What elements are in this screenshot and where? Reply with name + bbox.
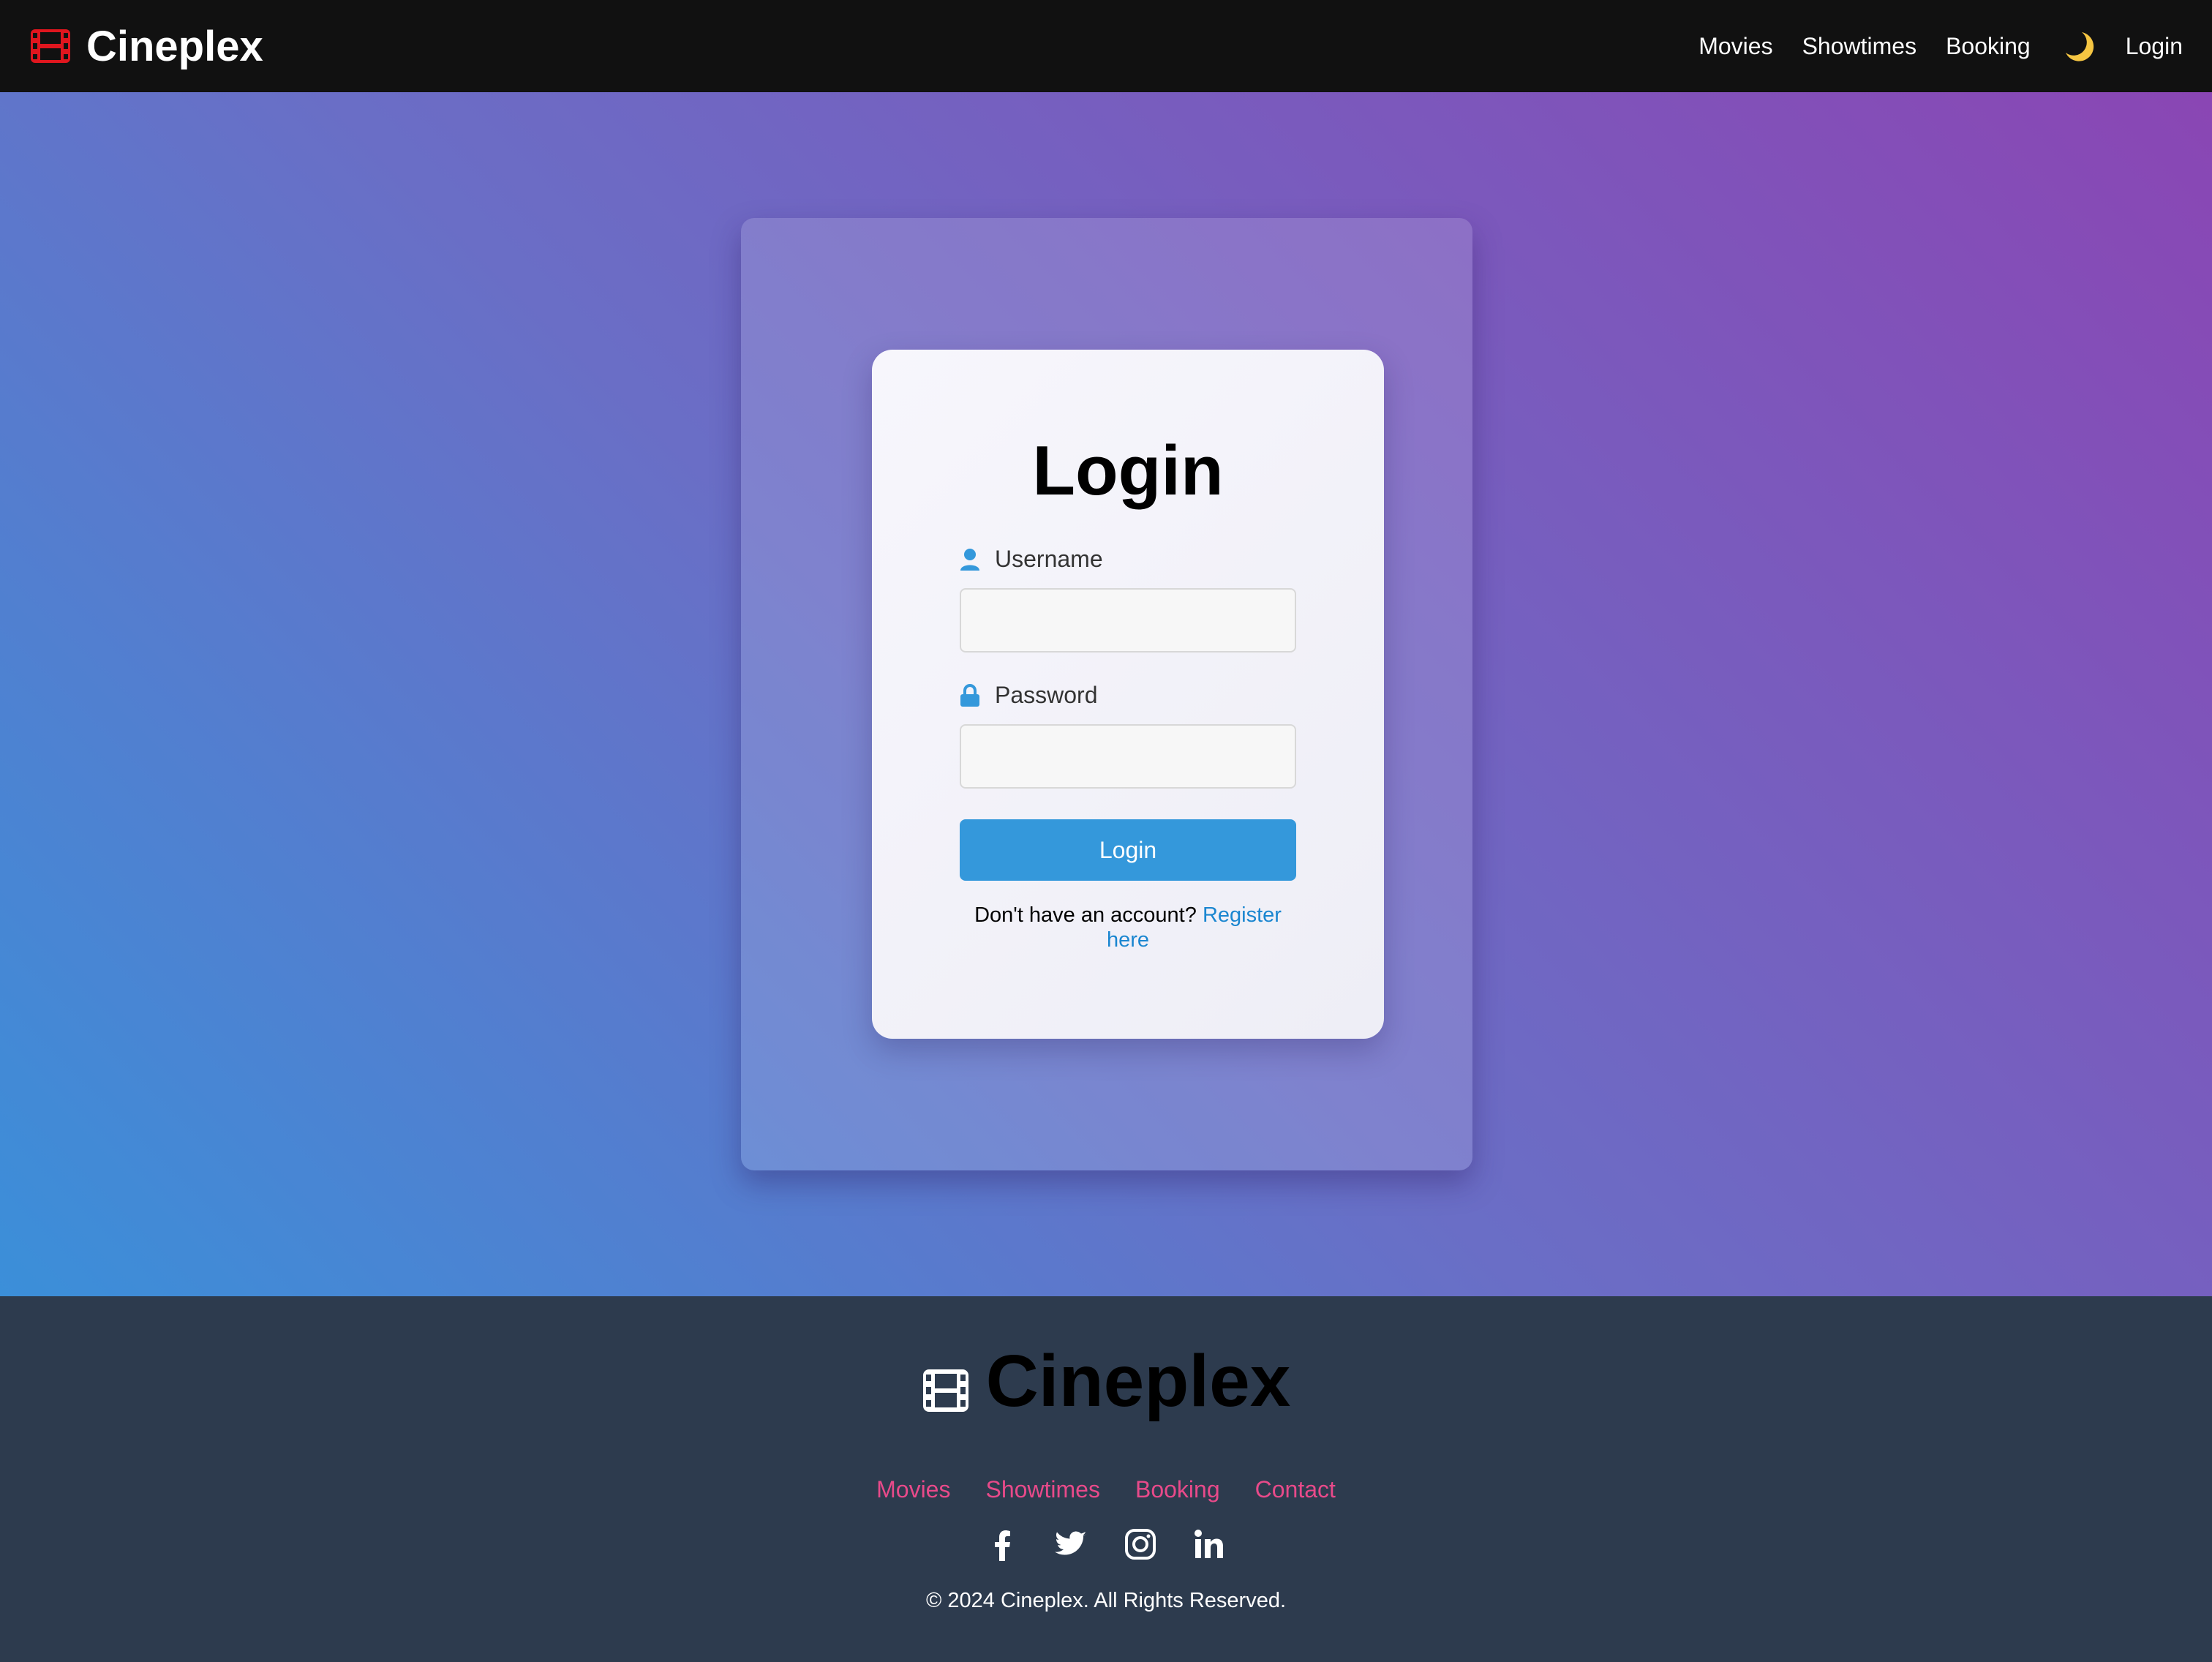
twitter-icon[interactable] [1055,1527,1088,1561]
instagram-icon[interactable] [1124,1527,1157,1561]
lock-icon [960,683,979,707]
film-icon [922,1369,968,1412]
password-input[interactable] [960,724,1296,789]
footer-links: Movies Showtimes Booking Contact [0,1476,2212,1503]
main-section: Login Username Password Login Don't have… [0,92,2212,1296]
moon-icon[interactable] [2060,28,2096,64]
footer-brand-name: Cineplex [985,1340,1291,1422]
user-icon [960,548,979,571]
username-label: Username [960,546,1103,573]
nav-link-booking[interactable]: Booking [1946,33,2031,60]
nav-link-movies[interactable]: Movies [1698,33,1772,60]
footer-link-movies[interactable]: Movies [876,1476,950,1503]
username-label-text: Username [995,546,1103,572]
nav-link-showtimes[interactable]: Showtimes [1802,33,1917,60]
username-input[interactable] [960,588,1296,653]
footer: Cineplex Movies Showtimes Booking Contac… [0,1296,2212,1662]
register-prompt: Don't have an account? Register here [960,903,1296,952]
linkedin-icon[interactable] [1192,1527,1226,1561]
password-label: Password [960,682,1098,709]
brand[interactable]: Cineplex [29,22,263,71]
login-form: Login Username Password Login Don't have… [872,350,1384,1039]
footer-brand: Cineplex [0,1345,2212,1418]
footer-link-showtimes[interactable]: Showtimes [985,1476,1100,1503]
navbar: Cineplex Movies Showtimes Booking Login [0,0,2212,92]
register-prompt-text: Don't have an account? [974,903,1197,927]
login-button[interactable]: Login [960,819,1296,881]
footer-link-contact[interactable]: Contact [1255,1476,1336,1503]
nav-link-login[interactable]: Login [2126,33,2183,60]
film-icon [31,29,70,63]
password-label-text: Password [995,682,1098,708]
nav-links: Movies Showtimes Booking Login [1698,28,2183,64]
facebook-icon[interactable] [986,1527,1020,1561]
login-title: Login [1032,432,1224,510]
social-links [0,1527,2212,1561]
login-container: Login Username Password Login Don't have… [741,218,1472,1170]
footer-link-booking[interactable]: Booking [1135,1476,1220,1503]
brand-name: Cineplex [86,22,263,70]
copyright: © 2024 Cineplex. All Rights Reserved. [925,1589,1287,1612]
